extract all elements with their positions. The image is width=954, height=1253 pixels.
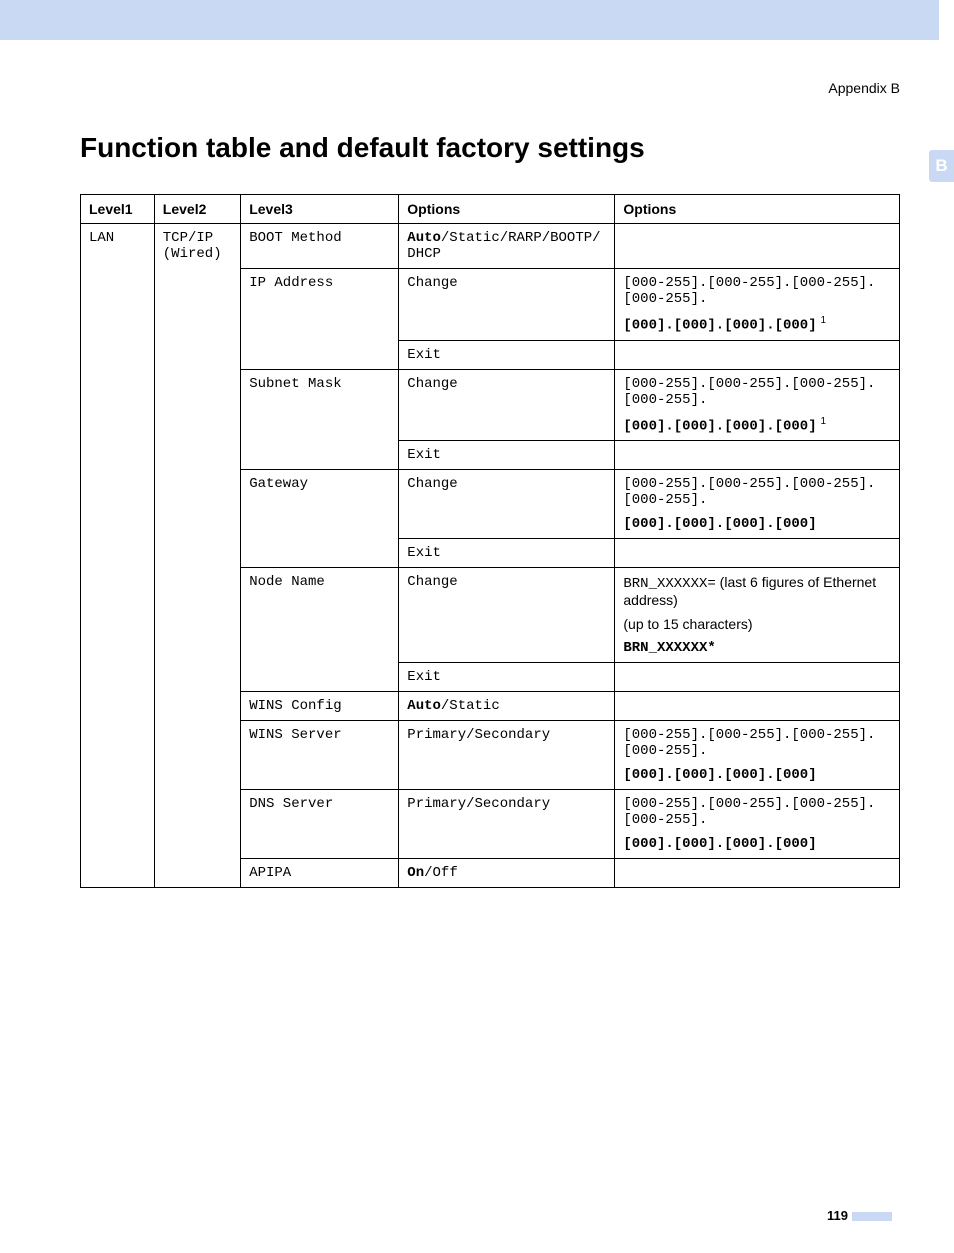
cell-empty <box>615 663 900 692</box>
col-level3: Level3 <box>241 195 399 224</box>
cell-level3: APIPA <box>241 859 399 888</box>
cell-options: On/Off <box>399 859 615 888</box>
cell-options: Auto/Static/RARP/BOOTP/ DHCP <box>399 224 615 269</box>
table-header-row: Level1 Level2 Level3 Options Options <box>81 195 900 224</box>
page-number: 119 <box>80 1208 900 1223</box>
cell-options: Auto/Static <box>399 692 615 721</box>
appendix-tab: B <box>929 150 954 182</box>
cell-options: Change <box>399 269 615 341</box>
cell-detail: [000-255].[000-255].[000-255].[000-255].… <box>615 369 900 441</box>
cell-level3: WINS Config <box>241 692 399 721</box>
appendix-label: Appendix B <box>80 80 900 96</box>
cell-options: Exit <box>399 539 615 568</box>
cell-level3: BOOT Method <box>241 224 399 269</box>
cell-level3: Node Name <box>241 568 399 692</box>
cell-empty <box>615 441 900 470</box>
cell-level3: WINS Server <box>241 721 399 790</box>
cell-detail: [000-255].[000-255].[000-255].[000-255].… <box>615 269 900 341</box>
cell-empty <box>615 692 900 721</box>
top-band <box>0 0 939 40</box>
page-title: Function table and default factory setti… <box>80 132 900 164</box>
cell-level3: Subnet Mask <box>241 369 399 470</box>
cell-options: Change <box>399 369 615 441</box>
cell-level3: DNS Server <box>241 790 399 859</box>
cell-options: Primary/Secondary <box>399 721 615 790</box>
cell-options: Change <box>399 568 615 663</box>
cell-detail: [000-255].[000-255].[000-255].[000-255].… <box>615 790 900 859</box>
cell-detail: BRN_XXXXXX= (last 6 figures of Ethernet … <box>615 568 900 663</box>
cell-empty <box>615 859 900 888</box>
cell-empty <box>615 539 900 568</box>
col-level2: Level2 <box>154 195 240 224</box>
cell-options: Exit <box>399 663 615 692</box>
cell-empty <box>615 224 900 269</box>
col-level1: Level1 <box>81 195 155 224</box>
cell-level3: Gateway <box>241 470 399 568</box>
col-options1: Options <box>399 195 615 224</box>
cell-level1: LAN <box>81 224 155 888</box>
cell-options: Primary/Secondary <box>399 790 615 859</box>
cell-level3: IP Address <box>241 269 399 370</box>
cell-detail: [000-255].[000-255].[000-255].[000-255].… <box>615 470 900 539</box>
function-table: Level1 Level2 Level3 Options Options LAN… <box>80 194 900 888</box>
cell-options: Exit <box>399 340 615 369</box>
cell-empty <box>615 340 900 369</box>
cell-level2: TCP/IP(Wired) <box>154 224 240 888</box>
cell-detail: [000-255].[000-255].[000-255].[000-255].… <box>615 721 900 790</box>
cell-options: Change <box>399 470 615 539</box>
cell-options: Exit <box>399 441 615 470</box>
col-options2: Options <box>615 195 900 224</box>
table-row: LAN TCP/IP(Wired) BOOT Method Auto/Stati… <box>81 224 900 269</box>
